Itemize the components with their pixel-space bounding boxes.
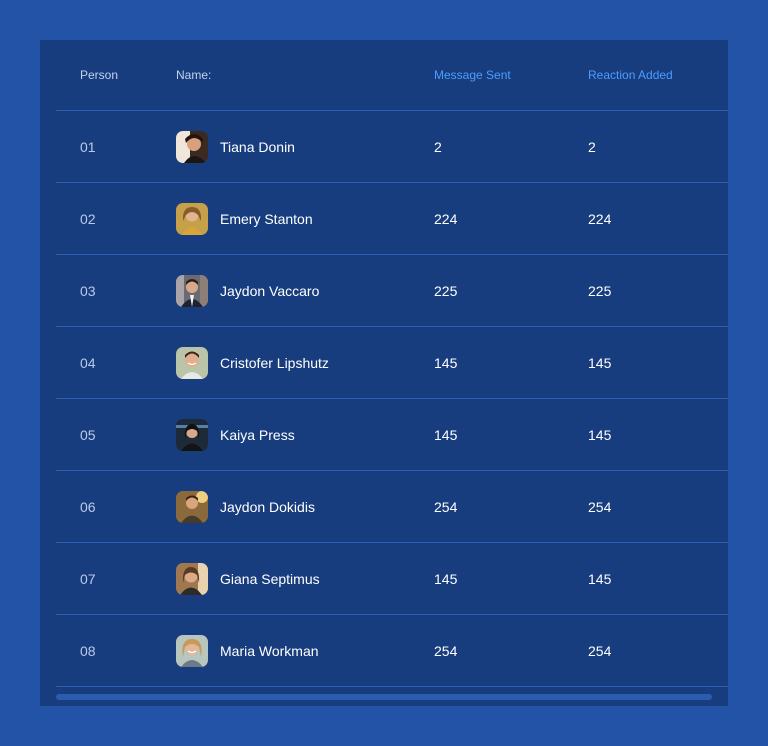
row-person-number: 07 [80, 570, 96, 587]
avatar [176, 274, 208, 307]
row-reaction-added: 254 [588, 498, 612, 515]
row-message-sent: 145 [434, 354, 458, 371]
header-name[interactable]: Name: [176, 40, 211, 110]
row-message-sent: 145 [434, 570, 458, 587]
row-message-sent: 145 [434, 426, 458, 443]
row-person-number: 05 [80, 426, 96, 443]
row-reaction-added: 254 [588, 642, 612, 659]
row-name: Maria Workman [220, 642, 319, 659]
horizontal-scrollbar[interactable] [56, 694, 712, 700]
row-reaction-added: 2 [588, 138, 596, 155]
row-reaction-added: 145 [588, 426, 612, 443]
avatar [176, 562, 208, 595]
row-name: Jaydon Vaccaro [220, 282, 320, 299]
row-name-cell: Giana Septimus [176, 543, 320, 614]
table-row[interactable]: 02 Emery Stanton 224 224 [56, 183, 728, 255]
table-header: Person Name: Message Sent Reaction Added [56, 40, 728, 111]
row-name-cell: Emery Stanton [176, 183, 313, 254]
table-row[interactable]: 04 Cristofer Lipshutz 145 145 [56, 327, 728, 399]
row-message-sent: 254 [434, 498, 458, 515]
table-row[interactable]: 01 Tiana Donin 2 2 [56, 111, 728, 183]
avatar [176, 490, 208, 523]
header-message-sent[interactable]: Message Sent [434, 40, 511, 110]
avatar [176, 418, 208, 451]
row-message-sent: 2 [434, 138, 442, 155]
row-name: Giana Septimus [220, 570, 320, 587]
row-name: Jaydon Dokidis [220, 498, 315, 515]
row-message-sent: 224 [434, 210, 458, 227]
row-name-cell: Maria Workman [176, 615, 319, 686]
row-name: Kaiya Press [220, 426, 295, 443]
row-name: Tiana Donin [220, 138, 295, 155]
row-name: Emery Stanton [220, 210, 313, 227]
row-person-number: 03 [80, 282, 96, 299]
row-name-cell: Jaydon Vaccaro [176, 255, 319, 326]
table-row[interactable]: 03 Jaydon Vaccaro 225 225 [56, 255, 728, 327]
avatar [176, 130, 208, 163]
table-row[interactable]: 06 Jaydon Dokidis 254 254 [56, 471, 728, 543]
header-person[interactable]: Person [80, 40, 118, 110]
row-reaction-added: 225 [588, 282, 612, 299]
row-reaction-added: 145 [588, 570, 612, 587]
row-message-sent: 254 [434, 642, 458, 659]
header-reaction-added[interactable]: Reaction Added [588, 40, 673, 110]
avatar [176, 634, 208, 667]
row-name-cell: Cristofer Lipshutz [176, 327, 329, 398]
row-person-number: 02 [80, 210, 96, 227]
row-person-number: 01 [80, 138, 96, 155]
row-name-cell: Jaydon Dokidis [176, 471, 315, 542]
row-name-cell: Kaiya Press [176, 399, 295, 470]
table-row[interactable]: 05 Kaiya Press 145 145 [56, 399, 728, 471]
table-row[interactable]: 08 Maria Workman 254 254 [56, 615, 728, 687]
avatar [176, 202, 208, 235]
row-reaction-added: 145 [588, 354, 612, 371]
row-person-number: 04 [80, 354, 96, 371]
data-table-panel: Person Name: Message Sent Reaction Added… [40, 40, 728, 706]
data-table: Person Name: Message Sent Reaction Added… [56, 40, 728, 687]
table-row[interactable]: 07 Giana Septimus 145 145 [56, 543, 728, 615]
row-reaction-added: 224 [588, 210, 612, 227]
row-name-cell: Tiana Donin [176, 111, 295, 182]
row-person-number: 08 [80, 642, 96, 659]
row-name: Cristofer Lipshutz [220, 354, 329, 371]
row-person-number: 06 [80, 498, 96, 515]
row-message-sent: 225 [434, 282, 458, 299]
avatar [176, 346, 208, 379]
